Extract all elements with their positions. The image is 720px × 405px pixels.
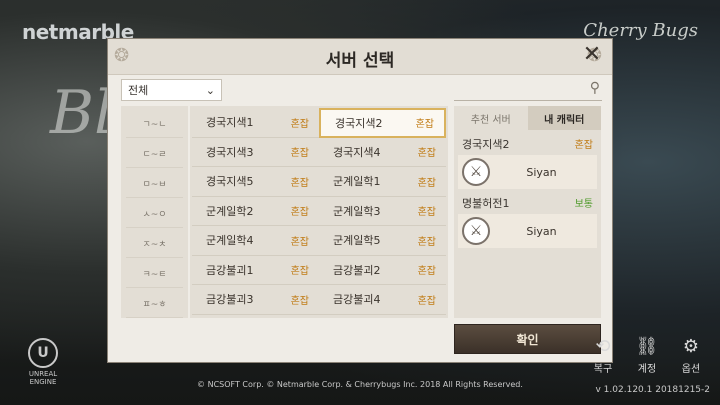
server-item[interactable]: 경국지색5 혼잡	[192, 167, 319, 197]
server-item[interactable]: 군계일학4 혼잡	[192, 226, 319, 256]
server-item[interactable]: 군계일학1 혼잡	[319, 167, 446, 197]
character-server: 명불허전1	[462, 197, 510, 210]
class-emblem-icon: ⚔	[462, 217, 490, 245]
character-header: 명불허전1 보통	[458, 195, 597, 211]
character-name: Siyan	[526, 165, 557, 179]
consonant-tab[interactable]: ㄱ~ㄴ	[126, 110, 183, 138]
close-icon: ✕	[582, 42, 602, 67]
consonant-tab[interactable]: ㅈ~ㅊ	[126, 230, 183, 258]
consonant-tab[interactable]: ㅍ~ㅎ	[126, 290, 183, 318]
character-server-status: 혼잡	[574, 140, 593, 151]
server-status: 혼잡	[290, 266, 309, 278]
region-filter-select[interactable]: 전체 ⌄	[121, 79, 222, 101]
dialog-title: 서버 선택	[325, 51, 395, 71]
character-panel: 추천 서버 내 캐릭터 경국지색2 혼잡 ⚔ Siyan 명불허전1 보통 ⚔ …	[454, 106, 601, 318]
search-icon[interactable]: ⚲	[590, 80, 600, 96]
server-item[interactable]: 금강불괴3 혼잡	[192, 285, 319, 315]
character-server-status: 보통	[574, 199, 593, 210]
server-status: 혼잡	[290, 148, 309, 160]
options-label: 옵션	[681, 364, 701, 375]
server-status: 혼잡	[417, 177, 436, 189]
character-entry[interactable]: 경국지색2 혼잡 ⚔ Siyan	[458, 136, 597, 189]
server-list: 경국지색1 혼잡 경국지색2 혼잡 경국지색3 혼잡 경국지색4 혼잡 경국지색5 혼잡 …	[190, 106, 448, 318]
restore-icon: ⟲	[595, 336, 611, 357]
link-icon: ⛓	[635, 336, 659, 357]
server-search-input[interactable]: ⚲	[454, 79, 602, 101]
server-item[interactable]: 경국지색4 혼잡	[319, 138, 446, 167]
server-name: 군계일학5	[333, 234, 381, 248]
server-status: 혼잡	[290, 207, 309, 219]
unreal-engine-logo: U UNREAL ENGINE	[20, 338, 66, 386]
server-status: 혼잡	[290, 118, 309, 130]
server-status: 혼잡	[415, 119, 434, 131]
server-name: 군계일학2	[206, 204, 254, 218]
tab-my-characters[interactable]: 내 캐릭터	[527, 106, 601, 130]
account-button[interactable]: ⛓ 계정	[632, 334, 662, 375]
restore-button[interactable]: ⟲ 복구	[588, 334, 618, 375]
server-item-selected[interactable]: 경국지색2 혼잡	[319, 108, 446, 138]
version-text: v 1.02.120.1 20181215-2	[595, 385, 711, 395]
character-header: 경국지색2 혼잡	[458, 136, 597, 152]
server-item[interactable]: 금강불괴2 혼잡	[319, 256, 446, 285]
server-name: 경국지색3	[206, 145, 254, 159]
server-item[interactable]: 금강불괴4 혼잡	[319, 285, 446, 315]
server-name: 금강불괴3	[206, 293, 254, 307]
corner-menu: ⟲ 복구 ⛓ 계정 ⚙ 옵션	[588, 334, 706, 375]
server-name: 경국지색5	[206, 175, 254, 189]
close-button[interactable]: ✕	[580, 43, 604, 67]
server-name: 군계일학4	[206, 234, 254, 248]
server-name: 군계일학3	[333, 204, 381, 218]
unreal-icon: U	[28, 338, 58, 368]
character-entry[interactable]: 명불허전1 보통 ⚔ Siyan	[458, 195, 597, 248]
game-logo: Bl	[50, 78, 114, 148]
gear-icon: ⚙	[682, 336, 700, 357]
character-name: Siyan	[526, 224, 557, 238]
consonant-tab-list: ㄱ~ㄴ ㄷ~ㄹ ㅁ~ㅂ ㅅ~ㅇ ㅈ~ㅊ ㅋ~ㅌ ㅍ~ㅎ	[121, 106, 188, 318]
server-status: 혼잡	[290, 177, 309, 189]
tab-recommended-servers[interactable]: 추천 서버	[454, 106, 528, 130]
server-status: 혼잡	[290, 295, 309, 307]
options-button[interactable]: ⚙ 옵션	[676, 334, 706, 375]
character-server: 경국지색2	[462, 138, 510, 151]
server-name: 금강불괴2	[333, 263, 381, 277]
server-status: 혼잡	[290, 236, 309, 248]
consonant-tab[interactable]: ㅅ~ㅇ	[126, 200, 183, 228]
server-name: 금강불괴1	[206, 263, 254, 277]
account-label: 계정	[637, 364, 657, 375]
character-row[interactable]: ⚔ Siyan	[458, 214, 597, 248]
consonant-tab[interactable]: ㅁ~ㅂ	[126, 170, 183, 198]
server-name: 금강불괴4	[333, 293, 381, 307]
server-status: 혼잡	[417, 207, 436, 219]
server-status: 혼잡	[417, 236, 436, 248]
class-emblem-icon: ⚔	[462, 158, 490, 186]
server-status: 혼잡	[417, 148, 436, 160]
consonant-tab[interactable]: ㄷ~ㄹ	[126, 140, 183, 168]
character-panel-tabs: 추천 서버 내 캐릭터	[454, 106, 601, 130]
dialog-header: ❂ 서버 선택 ❂ ✕	[108, 39, 612, 75]
server-item[interactable]: 금강불괴1 혼잡	[192, 256, 319, 285]
server-item[interactable]: 경국지색1 혼잡	[192, 108, 319, 138]
server-select-dialog: ❂ 서버 선택 ❂ ✕ 전체 ⌄ ⚲ ㄱ~ㄴ ㄷ~ㄹ ㅁ~ㅂ ㅅ~ㅇ ㅈ~ㅊ ㅋ…	[107, 38, 613, 363]
server-name: 군계일학1	[333, 175, 381, 189]
server-item[interactable]: 군계일학5 혼잡	[319, 226, 446, 256]
server-status: 혼잡	[417, 295, 436, 307]
confirm-button[interactable]: 확인	[454, 324, 601, 354]
restore-label: 복구	[593, 364, 613, 375]
server-name: 경국지색1	[206, 116, 254, 130]
chevron-down-icon: ⌄	[205, 83, 215, 97]
consonant-tab[interactable]: ㅋ~ㅌ	[126, 260, 183, 288]
server-name: 경국지색4	[333, 145, 381, 159]
server-name: 경국지색2	[335, 116, 383, 130]
filter-value: 전체	[128, 84, 149, 97]
server-status: 혼잡	[417, 266, 436, 278]
server-item[interactable]: 경국지색3 혼잡	[192, 138, 319, 167]
character-row[interactable]: ⚔ Siyan	[458, 155, 597, 189]
server-item[interactable]: 군계일학2 혼잡	[192, 197, 319, 226]
server-item[interactable]: 군계일학3 혼잡	[319, 197, 446, 226]
